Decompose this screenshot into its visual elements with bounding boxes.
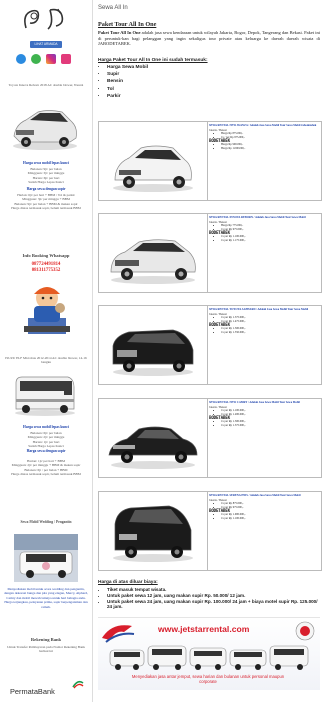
price-list-4: Harian: 1jt/ per hari + BBM Mingguan: 2j… <box>4 459 88 477</box>
intro-bold: Paket Tour All In One <box>98 30 141 35</box>
included-list: Harga Sewa Mobil Supir Bensin Tol Parkir <box>98 64 148 100</box>
camry-image <box>108 426 198 469</box>
included-item: Parkir <box>107 93 148 100</box>
facebook-icon[interactable] <box>61 54 71 64</box>
price-item: Harga sewa dengan sopir <box>26 448 66 453</box>
car-card-camry[interactable]: SEWA RENTAL NEW CAMRY / Adalah Jasa Sewa… <box>98 398 322 478</box>
breadcrumb: Sewa All In <box>98 5 128 11</box>
instagram-icon[interactable] <box>46 54 56 64</box>
alphard-image <box>112 329 194 376</box>
elf-microbus-image <box>15 376 75 416</box>
extra-item: Untuk paket sewa 24 jam, uang makan supi… <box>107 599 319 611</box>
car-info: SEWA RENTAL NEW AVANZA / Adalah Jasa Sew… <box>209 124 319 150</box>
car-title[interactable]: SEWA RENTAL INNOVA REBORN / Adalah Jasa … <box>209 216 319 220</box>
banner-award-icon <box>295 621 315 641</box>
bank-label: Rekening Bank <box>30 637 62 642</box>
car-price: 1x per Rp 1.175.000,- <box>221 239 319 243</box>
price-item: Harga diatas termasuk sopir, belum terma… <box>11 472 81 477</box>
price-list-1: Bulanan: 9jt/ per bulan Mingguan: 3jt/ p… <box>4 167 88 185</box>
car-info: SEWA RENTAL TOYOTA ALPHARD / Adalah Jasa… <box>209 308 319 334</box>
price-list-2: Harian: 6jt/ per hari + BBM / Tol & park… <box>4 193 88 211</box>
price-list-title-2: Harga sewa dengan sopir <box>26 187 66 191</box>
wedding-label: Sewa Mobil Wedding / Pengantin <box>20 520 72 524</box>
wedding-text: Menyediakan mobil untuk acara wedding da… <box>4 587 88 609</box>
included-item: Bensin <box>107 78 148 85</box>
car-card-serena[interactable]: SEWA RENTAL SERENA HWS / Adalah Jasa Sew… <box>98 491 322 571</box>
alphard-image-box <box>99 306 208 384</box>
bank-text: Untuk Transfer Pembayaran pada Nomor Rek… <box>7 645 85 654</box>
car-price-list: 1x per Rp 1.100.000,- 1x per Rp 1.175.00… <box>209 235 319 242</box>
banner-url[interactable]: www.jetstarrental.com <box>158 624 249 634</box>
included-item: Supir <box>107 71 148 78</box>
serena-image <box>113 505 193 562</box>
included-title: Harga Paket Tour All In One ini sudah te… <box>98 58 208 63</box>
car-price-list: 1x per Rp 1.000.000,- 1x per Rp 1.100.00… <box>209 513 319 520</box>
phone-icon[interactable] <box>16 54 26 64</box>
site-logo[interactable] <box>20 6 70 32</box>
car-title[interactable]: SEWA RENTAL NEW AVANZA / Adalah Jasa Sew… <box>209 124 319 128</box>
car-title[interactable]: SEWA RENTAL NEW CAMRY / Adalah Jasa Sewa… <box>209 401 319 405</box>
extras-list: Tiket masuk tempat wisata. Untuk paket s… <box>98 587 319 610</box>
avanza-image <box>113 145 193 192</box>
car-price: 1x per Rp 1.100.000,- <box>221 517 319 521</box>
whatsapp-number-1[interactable]: 087724491814 <box>4 262 88 267</box>
included-item: Harga Sewa Mobil <box>107 64 148 71</box>
wedding-car-image <box>14 534 78 582</box>
cartoon-driver-image <box>24 287 70 334</box>
serena-image-box <box>99 492 208 570</box>
whatsapp-label: Info Booking Whatsapp <box>22 253 70 258</box>
banner-tagline: Menyediakan jasa antar jemput, sewa hari… <box>131 674 285 684</box>
price-item: Harga diatas termasuk sopir, belum terma… <box>11 206 81 211</box>
jetstar-banner[interactable]: www.jetstarrental.com Menyediakan jasa a… <box>98 617 320 690</box>
car-info: SEWA RENTAL INNOVA REBORN / Adalah Jasa … <box>209 216 319 242</box>
intro-paragraph: Paket Tour All In One adalah jasa sewa k… <box>98 30 320 47</box>
car-info: SEWA RENTAL SERENA HWS / Adalah Jasa Sew… <box>209 494 319 520</box>
price-list-title-3: Harga sewa mobil lepas kunci <box>23 425 69 429</box>
car-price: 1x per Rp 1.550.000,- <box>221 331 319 335</box>
car-price: 1x per Rp 1.375.000,- <box>221 424 319 428</box>
car-price-list: 1x per Rp 1.500.000,- 1x per Rp 1.550.00… <box>209 327 319 334</box>
innova-image <box>13 110 77 150</box>
price-list-title-1: Harga sewa mobil lepas kunci <box>23 161 69 165</box>
included-item: Tol <box>107 86 148 93</box>
car-title[interactable]: SEWA RENTAL TOYOTA ALPHARD / Adalah Jasa… <box>209 308 319 312</box>
elf-caption: ISUZU ELF Microbus 2012-2014 AC double b… <box>5 356 87 365</box>
car-card-avanza[interactable]: SEWA RENTAL NEW AVANZA / Adalah Jasa Sew… <box>98 121 322 201</box>
permata-bank-label: PermataBank <box>10 687 55 696</box>
car-info: SEWA RENTAL NEW CAMRY / Adalah Jasa Sewa… <box>209 401 319 427</box>
main-content: Sewa All In Paket Tour All In One Paket … <box>92 0 325 702</box>
sidebar: LIHAT ARMADA Toyota Innova Reborn 2018 A… <box>0 0 93 702</box>
price-item: Sudah Harga Lepas Kunci <box>28 180 64 185</box>
car-title[interactable]: SEWA RENTAL SERENA HWS / Adalah Jasa Sew… <box>209 494 319 498</box>
price-list-3: Bulanan: 6jt/ per bulan Mingguan: 2jt/ p… <box>4 431 88 453</box>
innova-image-box <box>99 214 208 292</box>
car-price: Harga Rp 1.000.000,- <box>221 147 319 151</box>
avanza-image-box <box>99 122 208 200</box>
banner-fleet-image <box>109 645 309 670</box>
whatsapp-number-2[interactable]: 081311775352 <box>4 268 88 273</box>
login-button[interactable]: LIHAT ARMADA <box>30 41 62 48</box>
social-icons <box>16 54 76 66</box>
permata-swirl-icon <box>72 680 84 689</box>
camry-image-box <box>99 399 208 477</box>
car-card-innova[interactable]: SEWA RENTAL INNOVA REBORN / Adalah Jasa … <box>98 213 322 293</box>
car-card-alphard[interactable]: SEWA RENTAL TOYOTA ALPHARD / Adalah Jasa… <box>98 305 322 385</box>
whatsapp-icon[interactable] <box>31 54 41 64</box>
car-price-list: 1x per Rp 1.300.000,- 1x per Rp 1.375.00… <box>209 420 319 427</box>
car-price-list: Harga Rp 900.000,- Harga Rp 1.000.000,- <box>209 143 319 150</box>
permata-bank-logo: PermataBank <box>10 680 84 696</box>
page-title: Paket Tour All In One <box>98 21 157 28</box>
innova-reborn-image <box>110 239 196 284</box>
innova-caption: Toyota Innova Reborn 2018 AC double blow… <box>8 83 84 87</box>
extras-title: Harga di atas diluar biaya: <box>98 580 158 585</box>
